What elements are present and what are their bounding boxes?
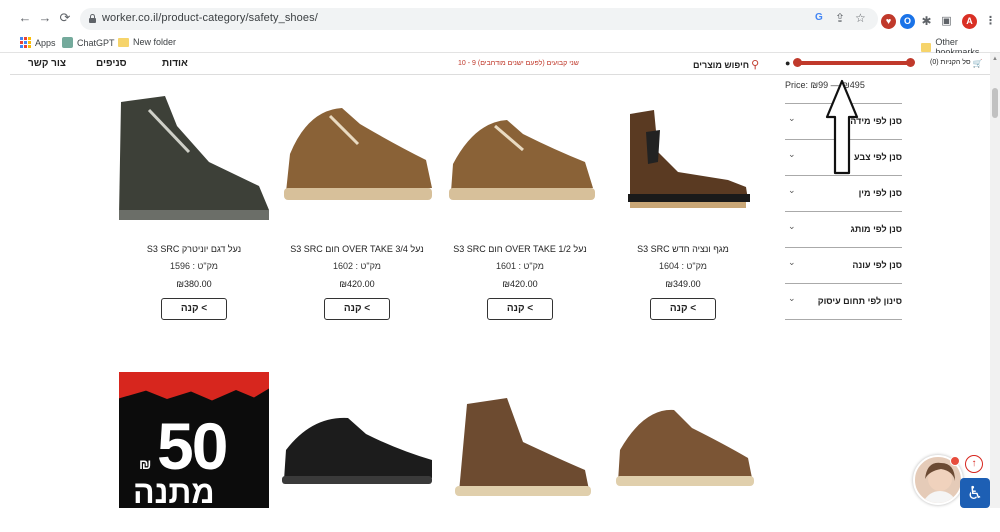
address-row: ← → ⟳ worker.co.il/product-category/safe… [0,5,1000,33]
scroll-thumb[interactable] [992,88,998,118]
filter-label: סינון לפי תחום עיסוק [817,296,902,306]
reload-button[interactable]: ⟳ [58,11,72,25]
apps-icon [20,37,31,48]
product-card [445,392,595,532]
browser-toolbar: ← → ⟳ worker.co.il/product-category/safe… [0,0,1000,57]
redaction-annotation-bar [793,58,915,67]
product-card: נעל דגם יוניטרק S3 SRC מק"ט : 1596 ₪380.… [119,92,269,320]
filter-season[interactable]: סנן לפי עונה ⌄ [785,247,902,283]
product-sku: מק"ט : 1596 [169,261,218,271]
product-name[interactable]: נעל דגם יוניטרק S3 SRC [119,244,269,254]
folder-icon [921,42,932,52]
bookmark-label: Apps [35,37,56,48]
chevron-down-icon: ⌄ [788,221,796,231]
annotation-arrow-icon [825,79,859,175]
accessibility-icon[interactable]: ♿ [960,478,990,508]
buy-button[interactable]: קנה < [487,298,553,320]
chat-notification-dot [950,456,960,466]
address-bar[interactable]: worker.co.il/product-category/safety_sho… [80,8,878,30]
menu-kebab-icon[interactable]: ⋮ [983,14,998,29]
product-search-link[interactable]: חיפוש מוצרים ⚲ [693,58,759,71]
product-name[interactable]: נעל 3/4 OVER TAKE חום S3 SRC [282,244,432,254]
bookmark-new-folder[interactable]: New folder [118,37,176,47]
filter-label: סנן לפי עונה [852,260,902,270]
chevron-down-icon: ⌄ [788,293,796,303]
folder-icon [118,37,129,47]
buy-button[interactable]: קנה < [650,298,716,320]
url-text[interactable]: worker.co.il/product-category/safety_sho… [102,12,318,24]
forward-button[interactable]: → [38,11,52,25]
chevron-down-icon: ⌄ [788,185,796,195]
header-promo-text: 10 - 9 שני קבועים (לפעם ישנים מודחבים) [458,60,579,67]
share-icon[interactable]: ⇪ [835,11,845,25]
product-card [282,392,432,532]
page-scrollbar[interactable]: ▲ [990,53,1000,508]
filter-gender[interactable]: סנן לפי מין ⌄ [785,175,902,211]
product-price: ₪349.00 [665,279,701,289]
product-card: מגף ונציה חדש S3 SRC מק"ט : 1604 ₪349.00… [608,92,758,320]
filter-brand[interactable]: סנן לפי מותג ⌄ [785,211,902,247]
filter-divider [785,319,902,320]
product-image[interactable] [282,92,432,232]
search-icon: ⚲ [751,59,760,71]
product-price: ₪420.00 [502,279,538,289]
nav-contact[interactable]: צור קשר [28,58,66,69]
buy-button[interactable]: קנה < [324,298,390,320]
product-image[interactable] [119,92,269,232]
banner-number: 50 [157,409,228,483]
puzzle-icon[interactable]: ✱ [919,14,934,29]
product-sku: מק"ט : 1602 [332,261,381,271]
lock-icon [89,14,96,23]
filter-label: סנן לפי מין [858,188,902,198]
scroll-up-arrow-icon[interactable]: ▲ [992,56,998,62]
product-card: נעל 3/4 OVER TAKE חום S3 SRC מק"ט : 1602… [282,92,432,320]
product-sku: מק"ט : 1601 [495,261,544,271]
banner-red-strip [119,372,269,401]
extension-icon[interactable]: ♥ [881,14,896,29]
chevron-down-icon: ⌄ [788,257,796,267]
banner-currency: ₪ [139,456,152,472]
product-image[interactable] [445,92,595,232]
back-button[interactable]: ← [18,11,32,25]
bookmark-apps[interactable]: Apps [20,37,56,48]
extension-o-icon[interactable]: O [900,14,915,29]
bookmark-chatgpt[interactable]: ChatGPT [62,37,115,48]
filter-profession[interactable]: סינון לפי תחום עיסוק ⌄ [785,283,902,319]
search-label: חיפוש מוצרים [693,59,750,70]
bookmark-label: ChatGPT [77,37,115,48]
banner-word: מתנה [133,474,215,508]
cart-icon: 🛒 [972,59,983,68]
user-icon[interactable]: ● [785,58,790,68]
product-price: ₪380.00 [176,279,212,289]
bookmark-label: New folder [133,37,177,47]
promo-banner[interactable]: 50 ₪ מתנה [119,372,269,508]
bookmarks-bar: Apps ChatGPT New folder Other bookmarks [0,33,1000,57]
nav-branches[interactable]: סניפים [96,58,127,69]
product-name[interactable]: מגף ונציה חדש S3 SRC [608,244,758,254]
product-name[interactable]: נעל 1/2 OVER TAKE חום S3 SRC [445,244,595,254]
product-image[interactable] [608,392,758,532]
chevron-down-icon: ⌄ [788,149,796,159]
product-image[interactable] [445,392,595,532]
google-translate-icon[interactable]: G [815,12,823,23]
product-price: ₪420.00 [339,279,375,289]
buy-button[interactable]: קנה < [161,298,227,320]
product-card: נעל 1/2 OVER TAKE חום S3 SRC מק"ט : 1601… [445,92,595,320]
cart-link[interactable]: סל הקניות (0) 🛒 [930,59,983,68]
nav-about[interactable]: אודות [162,58,188,69]
filter-label: סנן לפי מותג [850,224,902,234]
product-image[interactable] [282,392,432,532]
star-icon[interactable]: ☆ [855,11,866,25]
product-sku: מק"ט : 1604 [658,261,707,271]
profile-avatar[interactable]: A [962,14,977,29]
site-header: צור קשר סניפים אודות 10 - 9 שני קבועים (… [10,53,990,75]
chevron-down-icon: ⌄ [788,113,796,123]
back-to-top-button[interactable]: ↑ [965,455,983,473]
chatgpt-icon [62,37,73,48]
cart-label: סל הקניות (0) [930,59,971,66]
product-card [608,392,758,532]
sidepanel-icon[interactable]: ▣ [939,14,954,29]
product-image[interactable] [608,92,758,232]
